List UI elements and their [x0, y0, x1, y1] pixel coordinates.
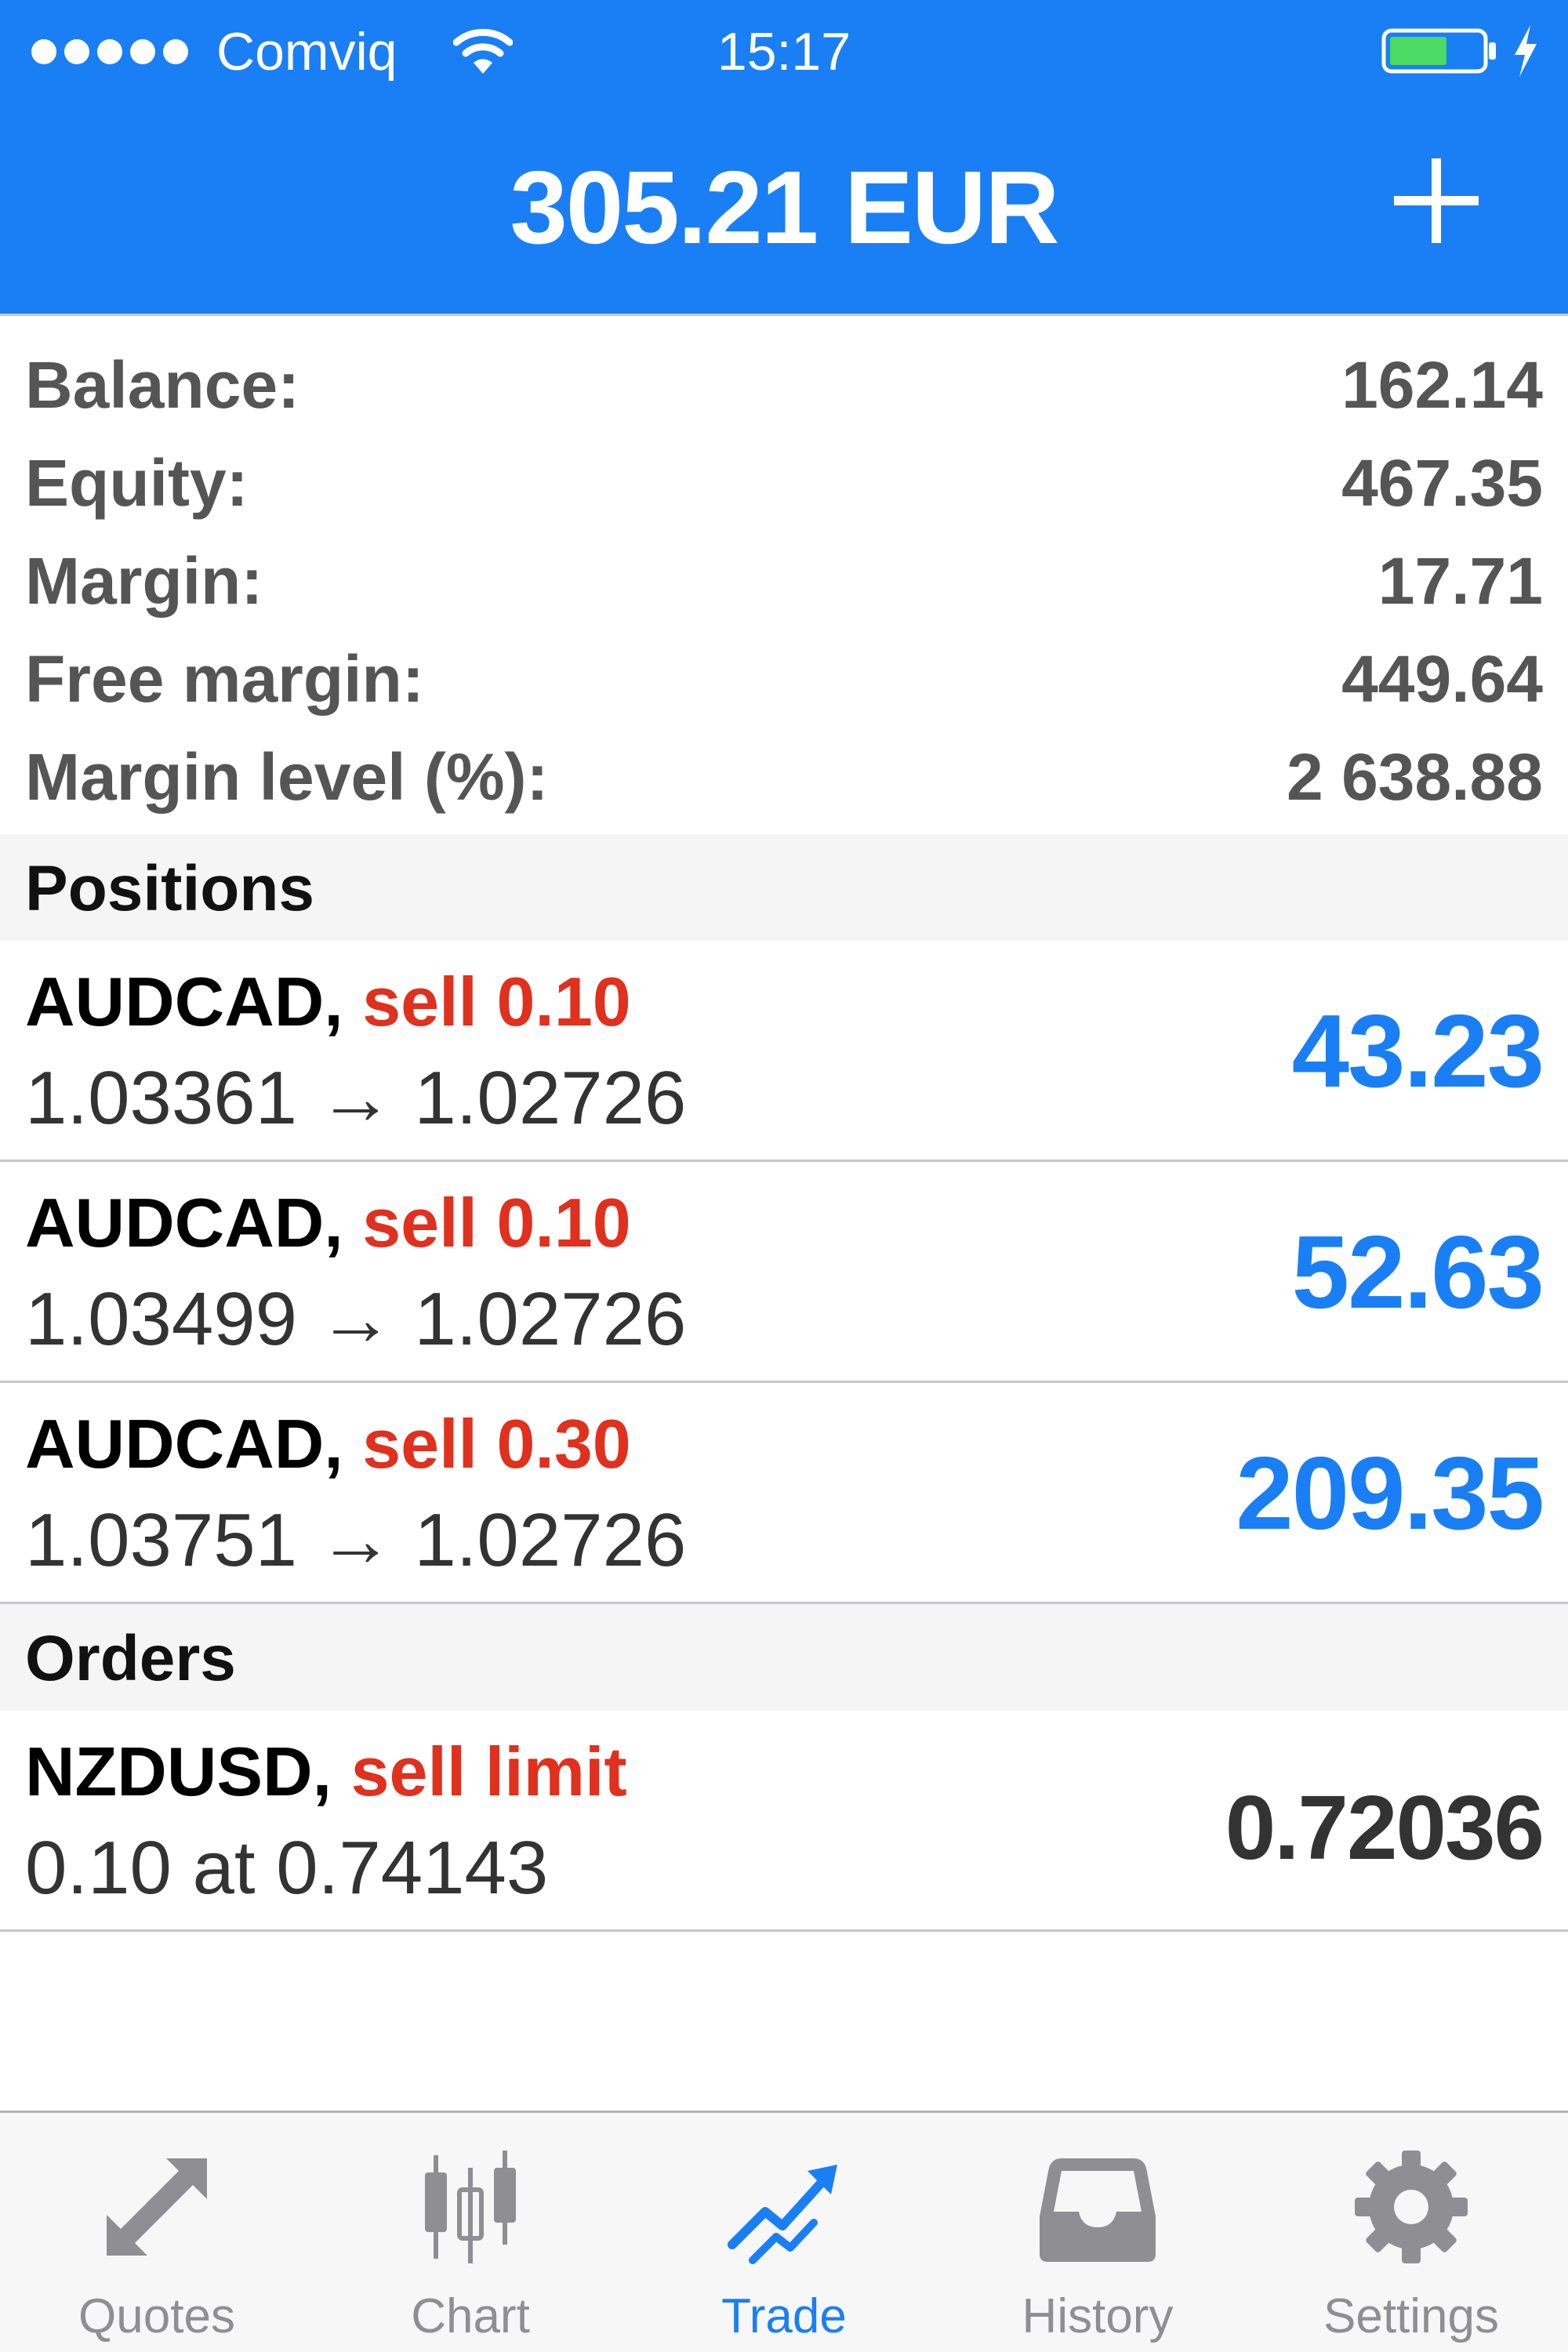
trade-side: sell 0.30 — [362, 1405, 631, 1483]
summary-label: Equity: — [25, 446, 249, 520]
position-row[interactable]: AUDCAD, sell 0.30 1.03751 → 1.02726 209.… — [0, 1383, 1568, 1604]
tab-label: History — [1022, 2289, 1174, 2343]
charging-bolt-icon — [1515, 25, 1537, 77]
position-profit: 52.63 — [1291, 1214, 1544, 1330]
tab-settings[interactable]: Settings — [1254, 2113, 1568, 2352]
account-summary: Balance: 162.14 Equity: 467.35 Margin: 1… — [0, 314, 1568, 834]
open-price: 1.03499 — [25, 1277, 298, 1361]
summary-value: 2 638.88 — [1287, 740, 1543, 814]
orders-section-header: Orders — [0, 1604, 1568, 1711]
candlestick-icon — [425, 2151, 516, 2263]
gear-icon — [1355, 2151, 1468, 2263]
trade-side: sell 0.10 — [362, 1184, 631, 1261]
summary-label: Balance: — [25, 348, 300, 422]
summary-row-balance: Balance: 162.14 — [0, 332, 1568, 430]
summary-label: Margin: — [25, 544, 263, 618]
position-instrument: AUDCAD, sell 0.30 — [25, 1405, 631, 1483]
order-row[interactable]: NZDUSD, sell limit 0.10 at 0.74143 0.720… — [0, 1711, 1568, 1932]
trade-side: sell 0.10 — [362, 963, 631, 1040]
order-detail: 0.10 at 0.74143 — [25, 1826, 549, 1910]
summary-label: Margin level (%): — [25, 740, 549, 814]
top-bar: Comviq 15:17 305.21 EUR — [0, 0, 1568, 314]
position-instrument: AUDCAD, sell 0.10 — [25, 1184, 631, 1262]
position-profit: 209.35 — [1236, 1436, 1544, 1551]
position-prices: 1.03361 → 1.02726 — [25, 1055, 686, 1142]
summary-value: 17.71 — [1377, 544, 1543, 618]
positions-section-header: Positions — [0, 834, 1568, 941]
open-price: 1.03751 — [25, 1498, 298, 1582]
position-profit: 43.23 — [1291, 993, 1544, 1109]
summary-row-margin-level: Margin level (%): 2 638.88 — [0, 724, 1568, 822]
arrow-right-icon: → — [318, 1056, 394, 1140]
arrow-right-icon: → — [318, 1277, 394, 1361]
position-row[interactable]: AUDCAD, sell 0.10 1.03361 → 1.02726 43.2… — [0, 941, 1568, 1162]
section-title: Orders — [25, 1623, 236, 1694]
current-price: 1.02726 — [414, 1056, 687, 1140]
summary-row-margin: Margin: 17.71 — [0, 528, 1568, 626]
arrow-right-icon: → — [318, 1498, 394, 1582]
order-type: sell limit — [350, 1733, 627, 1810]
status-bar: Comviq 15:17 — [0, 0, 1568, 102]
summary-row-equity: Equity: 467.35 — [0, 430, 1568, 528]
tab-label: Quotes — [78, 2289, 235, 2343]
tab-history[interactable]: History — [941, 2113, 1254, 2352]
summary-label: Free margin: — [25, 642, 424, 716]
quotes-icon — [107, 2158, 207, 2256]
symbol-name: AUDCAD, — [25, 963, 343, 1040]
order-current-price: 0.72036 — [1225, 1777, 1544, 1878]
position-prices: 1.03499 → 1.02726 — [25, 1276, 686, 1363]
summary-row-free-margin: Free margin: 449.64 — [0, 626, 1568, 724]
plus-icon[interactable] — [1389, 154, 1483, 248]
position-instrument: AUDCAD, sell 0.10 — [25, 963, 631, 1041]
section-title: Positions — [25, 853, 315, 924]
tab-label: Chart — [411, 2289, 530, 2343]
tab-bar: Quotes Chart Trade History Settings — [0, 2111, 1568, 2352]
symbol-name: NZDUSD, — [25, 1733, 332, 1810]
symbol-name: AUDCAD, — [25, 1184, 343, 1261]
tab-label: Settings — [1323, 2289, 1500, 2343]
status-time: 15:17 — [717, 22, 851, 82]
position-prices: 1.03751 → 1.02726 — [25, 1497, 686, 1584]
tab-chart[interactable]: Chart — [314, 2113, 627, 2352]
summary-value: 162.14 — [1341, 348, 1543, 422]
inbox-icon — [1040, 2158, 1156, 2262]
open-price: 1.03361 — [25, 1056, 298, 1140]
account-equity-title: 305.21 EUR — [510, 150, 1059, 265]
current-price: 1.02726 — [414, 1277, 687, 1361]
tab-trade[interactable]: Trade — [627, 2113, 941, 2352]
position-row[interactable]: AUDCAD, sell 0.10 1.03499 → 1.02726 52.6… — [0, 1162, 1568, 1383]
tab-label: Trade — [721, 2289, 847, 2343]
battery-icon — [1381, 28, 1496, 74]
symbol-name: AUDCAD, — [25, 1405, 343, 1483]
tab-quotes[interactable]: Quotes — [0, 2113, 314, 2352]
current-price: 1.02726 — [414, 1498, 687, 1582]
trade-icon — [728, 2165, 837, 2264]
summary-value: 449.64 — [1341, 642, 1543, 716]
summary-value: 467.35 — [1341, 446, 1543, 520]
order-instrument: NZDUSD, sell limit — [25, 1733, 627, 1811]
